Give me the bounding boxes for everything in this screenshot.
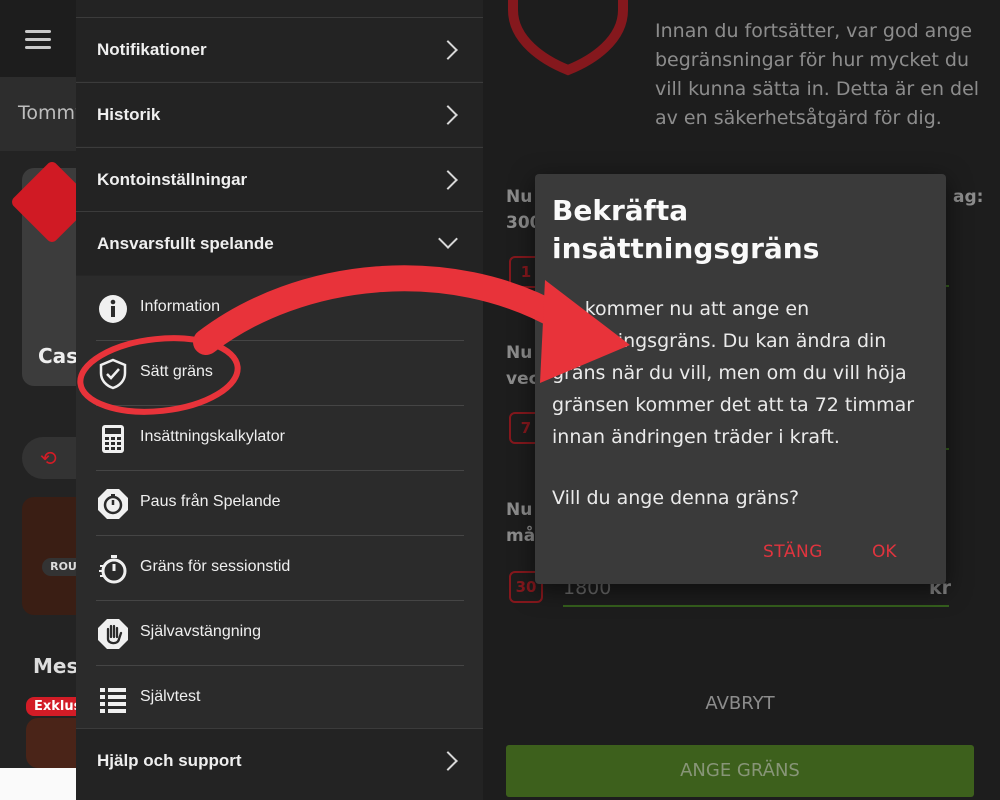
shield-check-icon xyxy=(99,358,127,390)
hamburger-menu-icon[interactable] xyxy=(25,30,51,50)
ok-button[interactable]: OK xyxy=(872,542,897,562)
submenu-item-label: Sätt gräns xyxy=(140,363,213,380)
menu-item-notifikationer[interactable]: Notifikationer xyxy=(76,17,483,81)
submenu-item-label: Information xyxy=(140,298,221,315)
side-menu: Notifikationer Historik Kontoinställning… xyxy=(76,0,483,800)
submenu-item-label: Självavstängning xyxy=(140,623,261,640)
submenu-item-sjalvtest[interactable]: Självtest xyxy=(96,666,464,731)
submenu-item-grans-for-sessionstid[interactable]: Gräns för sessionstid xyxy=(96,536,464,601)
menu-item-hjalp-och-support[interactable]: Hjälp och support xyxy=(76,728,483,800)
chevron-right-icon xyxy=(438,40,458,60)
submenu-item-paus-fran-spelande[interactable]: Paus från Spelande xyxy=(96,471,464,536)
close-button[interactable]: STÄNG xyxy=(763,542,823,562)
info-icon xyxy=(99,295,127,323)
submenu-item-satt-grans[interactable]: Sätt gräns xyxy=(96,341,464,406)
refresh-icon: ⟲ xyxy=(40,446,57,470)
submenu-item-label: Paus från Spelande xyxy=(140,493,281,510)
dialog-title: Bekräfta insättningsgräns xyxy=(552,194,820,265)
calculator-icon xyxy=(102,425,124,453)
menu-item-label: Hjälp och support xyxy=(97,751,242,770)
chevron-right-icon xyxy=(438,105,458,125)
menu-item-label: Historik xyxy=(97,105,161,124)
menu-item-historik[interactable]: Historik xyxy=(76,82,483,146)
submenu-item-information[interactable]: Information xyxy=(96,276,464,341)
submenu-item-insattningskalkylator[interactable]: Insättningskalkylator xyxy=(96,406,464,471)
menu-item-kontoinstallningar[interactable]: Kontoinställningar xyxy=(76,147,483,211)
chevron-down-icon xyxy=(438,229,458,249)
menu-item-ansvarsfullt-spelande[interactable]: Ansvarsfullt spelande xyxy=(76,211,483,275)
timer-icon xyxy=(99,555,127,584)
dialog-question: Vill du ange denna gräns? xyxy=(552,487,800,509)
chevron-right-icon xyxy=(438,170,458,190)
submenu-item-label: Gräns för sessionstid xyxy=(140,558,291,575)
confirm-deposit-limit-dialog: Bekräfta insättningsgräns Du kommer nu a… xyxy=(535,174,946,584)
hand-stop-icon xyxy=(98,619,128,649)
submenu-item-sjalvavstangning[interactable]: Självavstängning xyxy=(96,601,464,666)
chevron-right-icon xyxy=(438,751,458,771)
casino-label: Cas xyxy=(38,344,79,368)
menu-item-label: Kontoinställningar xyxy=(97,170,248,189)
menu-item-label: Ansvarsfullt spelande xyxy=(97,234,274,253)
stopwatch-icon xyxy=(98,489,128,519)
menu-item-label: Notifikationer xyxy=(97,40,207,59)
section-title: Mes xyxy=(33,654,79,678)
submenu-item-label: Självtest xyxy=(140,688,201,705)
submenu-ansvarsfullt-spelande: Information Sätt gräns Insättningskalkyl… xyxy=(76,276,483,728)
dialog-body: Du kommer nu att ange en insättningsgrän… xyxy=(552,298,915,448)
submenu-item-label: Insättningskalkylator xyxy=(140,428,285,445)
list-icon xyxy=(100,688,126,713)
